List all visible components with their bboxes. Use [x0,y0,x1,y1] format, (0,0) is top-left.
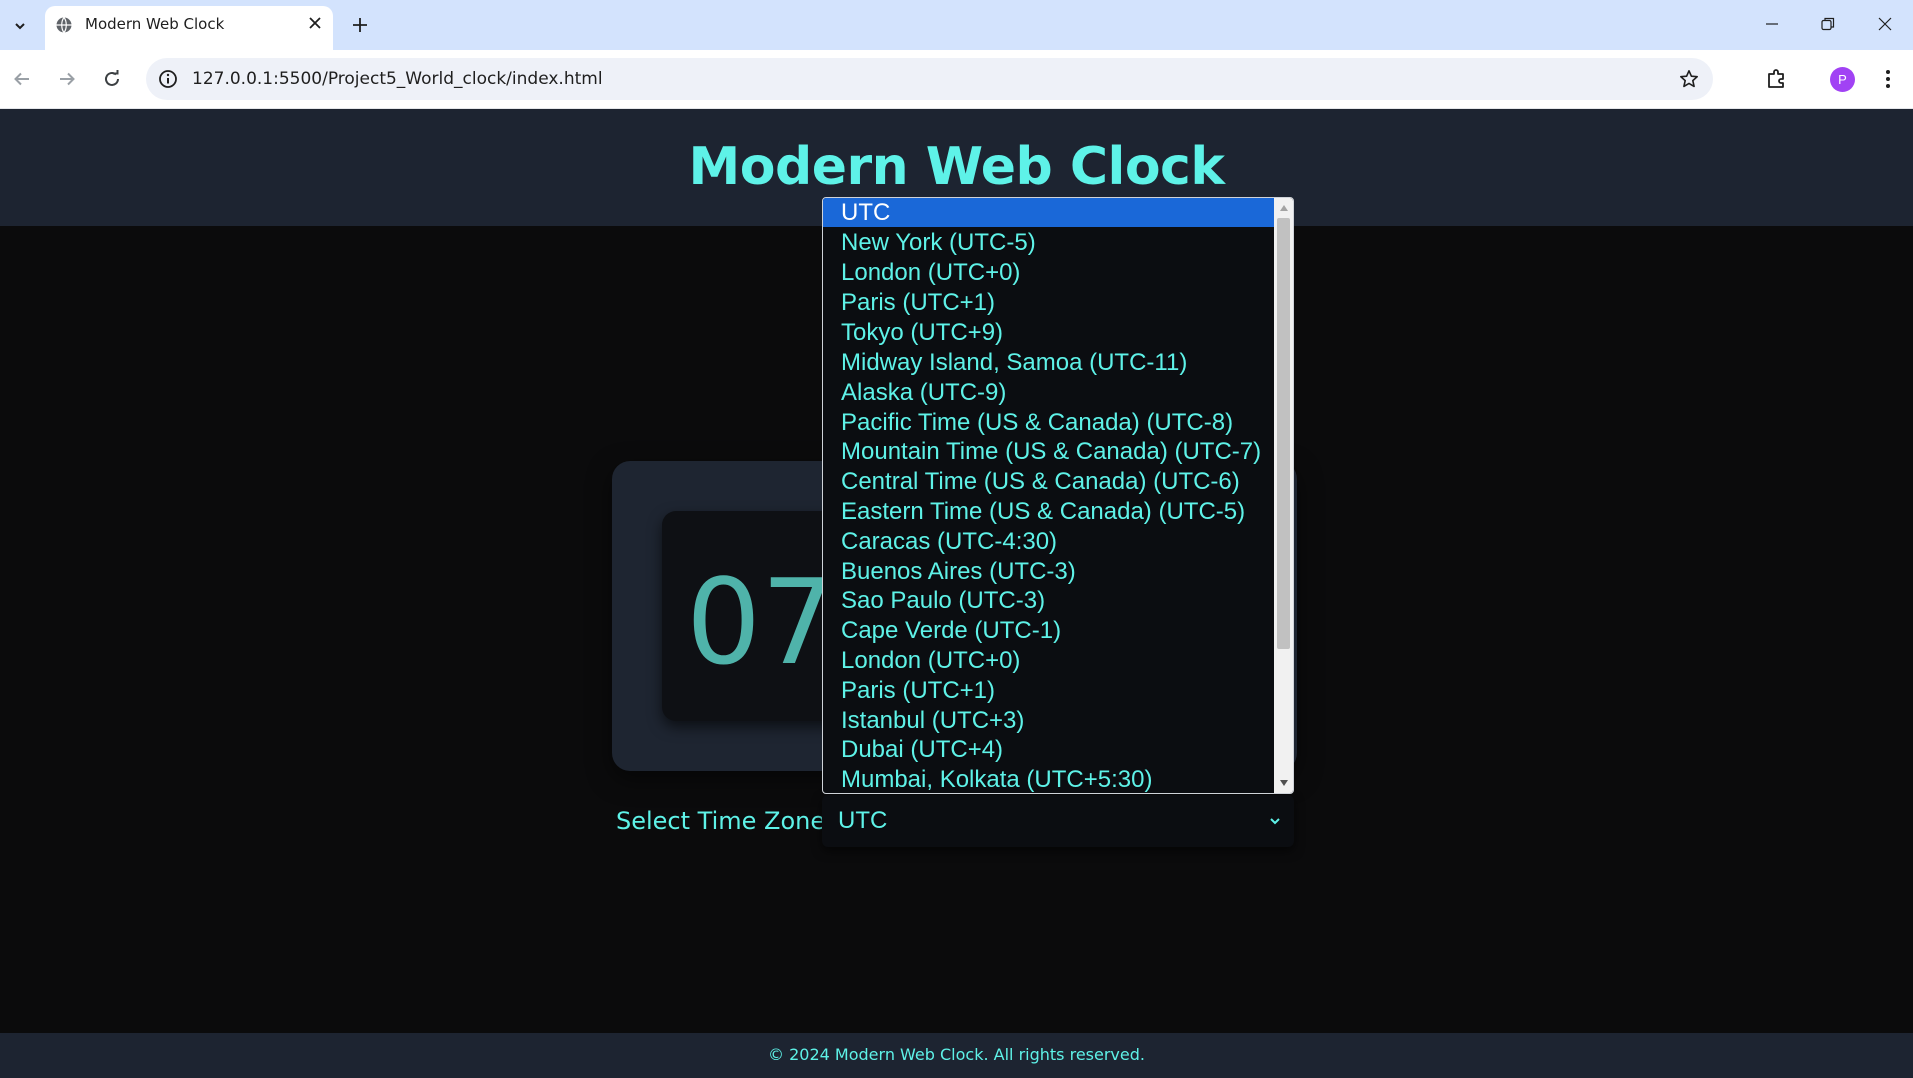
browser-menu-button[interactable] [1874,64,1902,94]
timezone-select[interactable]: UTC [822,795,1294,847]
timezone-option[interactable]: Mountain Time (US & Canada) (UTC-7) [823,437,1274,466]
timezone-option-selected[interactable]: UTC [823,198,1274,227]
triangle-up-icon [1279,205,1288,211]
forward-button[interactable] [51,63,83,95]
timezone-option[interactable]: Midway Island, Samoa (UTC-11) [823,348,1274,377]
info-icon [159,70,177,88]
plus-icon [353,18,367,32]
timezone-option[interactable]: Buenos Aires (UTC-3) [823,557,1274,586]
back-button[interactable] [6,63,38,95]
timezone-option[interactable]: Caracas (UTC-4:30) [823,527,1274,556]
timezone-label: Select Time Zone: [616,807,834,835]
clock-digits: 07 [686,553,837,691]
timezone-option[interactable]: Eastern Time (US & Canada) (UTC-5) [823,497,1274,526]
address-bar[interactable]: 127.0.0.1:5500/Project5_World_clock/inde… [146,58,1713,100]
puzzle-icon [1768,69,1784,88]
tab-close-button[interactable] [305,13,325,33]
tab-search-button[interactable] [6,12,34,40]
profile-avatar[interactable]: P [1830,67,1855,92]
site-info-button[interactable] [156,67,180,91]
timezone-option[interactable]: Mumbai, Kolkata (UTC+5:30) [823,765,1274,793]
reload-button[interactable] [96,63,128,95]
close-icon [309,17,321,29]
timezone-option[interactable]: Alaska (UTC-9) [823,378,1274,407]
timezone-option[interactable]: Sao Paulo (UTC-3) [823,586,1274,615]
timezone-option[interactable]: Dubai (UTC+4) [823,735,1274,764]
more-vertical-icon [1886,70,1890,88]
triangle-down-icon [1279,780,1288,786]
minimize-icon [1766,23,1778,25]
scroll-down-button[interactable] [1274,773,1293,793]
restore-button[interactable] [1812,10,1844,38]
star-icon [1680,70,1698,88]
bookmark-button[interactable] [1675,65,1703,93]
url-text[interactable]: 127.0.0.1:5500/Project5_World_clock/inde… [192,69,603,89]
chevron-down-icon [15,23,25,30]
timezone-option[interactable]: London (UTC+0) [823,258,1274,287]
page-footer: © 2024 Modern Web Clock. All rights rese… [0,1033,1913,1078]
extensions-button[interactable] [1762,64,1792,94]
tab-title: Modern Web Clock [85,15,225,33]
timezone-option[interactable]: Central Time (US & Canada) (UTC-6) [823,467,1274,496]
timezone-option[interactable]: Istanbul (UTC+3) [823,706,1274,735]
close-icon [1878,17,1892,31]
new-tab-button[interactable] [347,12,373,38]
minimize-button[interactable] [1756,10,1788,38]
globe-icon [56,17,72,33]
browser-toolbar: 127.0.0.1:5500/Project5_World_clock/inde… [0,50,1913,109]
arrow-left-icon [14,72,29,86]
footer-text: © 2024 Modern Web Clock. All rights rese… [768,1045,1145,1064]
scroll-up-button[interactable] [1274,198,1293,218]
timezone-select-value: UTC [838,807,888,834]
restore-icon [1821,17,1835,31]
timezone-option[interactable]: Tokyo (UTC+9) [823,318,1274,347]
timezone-option[interactable]: London (UTC+0) [823,646,1274,675]
timezone-option[interactable]: Paris (UTC+1) [823,288,1274,317]
timezone-dropdown-list[interactable]: UTC New York (UTC-5) London (UTC+0) Pari… [822,197,1294,794]
close-window-button[interactable] [1869,10,1901,38]
timezone-option[interactable]: Paris (UTC+1) [823,676,1274,705]
timezone-option[interactable]: New York (UTC-5) [823,228,1274,257]
chevron-down-icon [1270,818,1280,825]
timezone-option[interactable]: Pacific Time (US & Canada) (UTC-8) [823,408,1274,437]
timezone-option[interactable]: Cape Verde (UTC-1) [823,616,1274,645]
page-title: Modern Web Clock [688,137,1225,197]
scrollbar-thumb[interactable] [1277,218,1290,649]
page-content: Modern Web Clock 07 Select Time Zone: UT… [0,109,1913,1078]
reload-icon [105,70,119,86]
browser-tab-bar: Modern Web Clock [0,0,1913,50]
arrow-right-icon [60,72,75,86]
